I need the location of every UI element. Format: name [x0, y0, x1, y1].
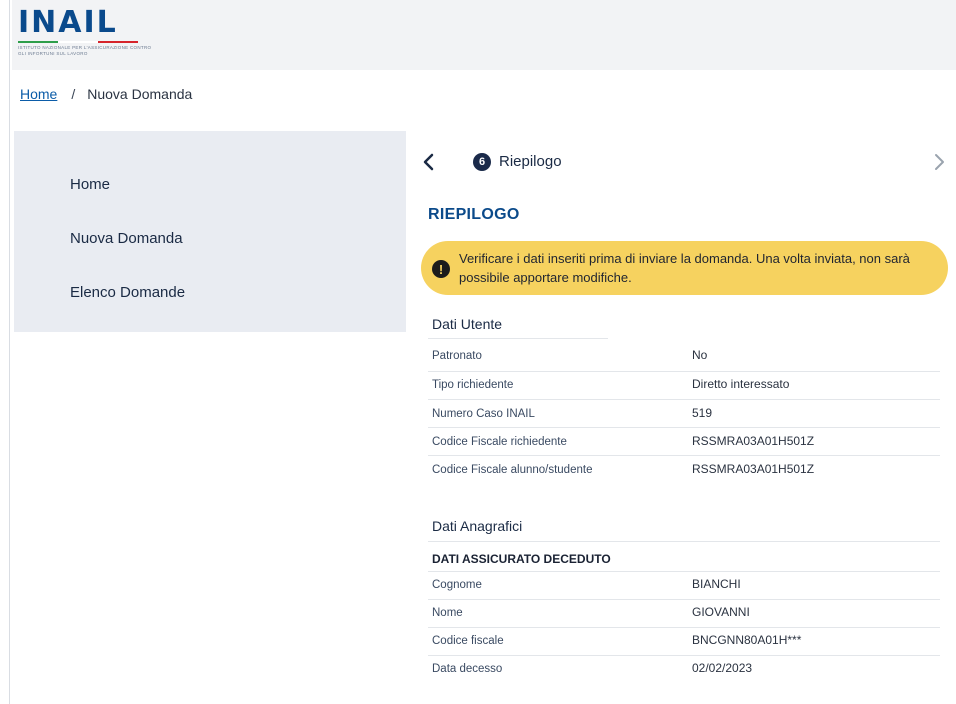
row-value: 519	[692, 406, 713, 420]
table-row: Nome GIOVANNI	[432, 603, 940, 627]
breadcrumb-current: Nuova Domanda	[87, 86, 193, 102]
row-value: RSSMRA03A01H501Z	[692, 434, 815, 448]
row-label: Codice Fiscale richiedente	[432, 436, 567, 448]
warning-alert: ! Verificare i dati inseriti prima di in…	[421, 241, 948, 295]
row-value: RSSMRA03A01H501Z	[692, 462, 815, 476]
sidebar: Home Nuova Domanda Elenco Domande	[14, 131, 406, 332]
row-label: Tipo richiedente	[432, 379, 514, 391]
breadcrumb-separator: /	[71, 86, 76, 102]
divider	[428, 399, 940, 400]
divider	[428, 338, 608, 339]
sidebar-item-nuova-domanda[interactable]: Nuova Domanda	[70, 230, 183, 247]
breadcrumb-home-link[interactable]: Home	[20, 86, 57, 102]
divider	[428, 655, 940, 656]
divider	[428, 541, 940, 542]
exclamation-icon: !	[432, 260, 450, 278]
table-row: Codice fiscale BNCGNN80A01H***	[432, 631, 940, 655]
logo-wordmark: INAIL	[18, 5, 118, 40]
table-row: Data decesso 02/02/2023	[432, 659, 940, 683]
table-row: Patronato No	[432, 346, 940, 370]
row-label: Codice fiscale	[432, 635, 504, 647]
section-subtitle: DATI ASSICURATO DECEDUTO	[432, 552, 611, 566]
divider	[428, 571, 940, 572]
row-label: Nome	[432, 607, 463, 619]
divider	[428, 455, 940, 456]
table-row: Codice Fiscale richiedente RSSMRA03A01H5…	[432, 432, 940, 456]
divider	[428, 371, 940, 372]
table-row: Cognome BIANCHI	[432, 575, 940, 599]
sidebar-item-home[interactable]: Home	[70, 176, 110, 193]
divider	[428, 599, 940, 600]
row-value: No	[692, 348, 708, 362]
row-label: Cognome	[432, 579, 482, 591]
site-header: INAIL ISTITUTO NAZIONALE PER L'ASSICURAZ…	[12, 0, 956, 70]
row-label: Patronato	[432, 350, 482, 362]
row-value: BIANCHI	[692, 577, 741, 591]
step-number-badge: 6	[473, 153, 491, 171]
row-value: Diretto interessato	[692, 377, 790, 391]
row-label: Data decesso	[432, 663, 503, 675]
row-value: 02/02/2023	[692, 661, 753, 675]
row-value: BNCGNN80A01H***	[692, 633, 802, 647]
table-row: Codice Fiscale alunno/studente RSSMRA03A…	[432, 460, 940, 484]
chevron-right-icon[interactable]	[928, 151, 950, 173]
row-value: GIOVANNI	[692, 605, 750, 619]
divider	[428, 627, 940, 628]
alert-message: Verificare i dati inseriti prima di invi…	[459, 251, 910, 285]
row-label: Numero Caso INAIL	[432, 408, 535, 420]
table-row: Tipo richiedente Diretto interessato	[432, 375, 940, 399]
dati-anagrafici-title: Dati Anagrafici	[432, 518, 523, 534]
page-title: RIEPILOGO	[428, 206, 520, 223]
breadcrumb: Home / Nuova Domanda	[20, 86, 192, 102]
inail-logo[interactable]: INAIL ISTITUTO NAZIONALE PER L'ASSICURAZ…	[18, 6, 158, 62]
table-row: Numero Caso INAIL 519	[432, 404, 940, 428]
dati-utente-title: Dati Utente	[432, 316, 503, 332]
step-label: Riepilogo	[499, 153, 562, 170]
row-label: Codice Fiscale alunno/studente	[432, 464, 593, 476]
page-left-border	[9, 0, 10, 704]
logo-subtitle: ISTITUTO NAZIONALE PER L'ASSICURAZIONE C…	[18, 45, 152, 56]
chevron-left-icon[interactable]	[418, 151, 440, 173]
logo-flag-stripe	[18, 41, 138, 43]
sidebar-item-elenco-domande[interactable]: Elenco Domande	[70, 284, 185, 301]
divider	[428, 427, 940, 428]
